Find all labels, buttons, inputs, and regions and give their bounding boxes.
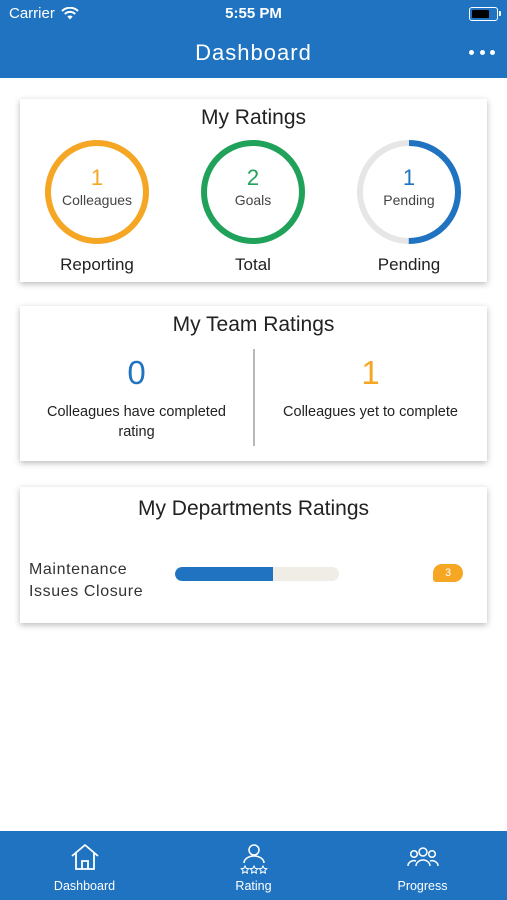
yet-to-complete-description: Colleagues yet to complete [283,404,458,420]
tab-rating[interactable]: Rating [169,831,338,900]
total-label: Total [235,255,271,274]
nav-bar: Dashboard [0,28,507,78]
team-ratings-title: My Team Ratings [172,313,335,336]
department-progress-fill [175,567,274,581]
department-ratings-card: My Departments Ratings Maintenance Issue… [20,487,487,623]
bottom-tab-bar: Dashboard Rating Progress [0,831,507,900]
group-icon [406,847,439,867]
department-item-label-line1: Maintenance [29,561,128,578]
total-goals-ring[interactable]: 2 Goals [200,139,306,245]
reporting-sub-label: Colleagues [61,192,133,208]
team-pending-section[interactable]: 1 Colleagues yet to complete [254,354,487,422]
pending-sub-label: Pending [383,192,435,208]
reporting-count: 1 [90,165,104,190]
status-bar: Carrier 5:55 PM [0,0,507,28]
rating-user-icon [239,844,268,874]
department-count-badge: 3 [433,564,463,582]
top-header: Carrier 5:55 PM Dashboard [0,0,507,78]
home-icon [70,844,99,870]
department-ratings-title: My Departments Ratings [137,497,370,520]
reporting-ring[interactable]: 1 Colleagues [44,139,150,245]
pending-label: Pending [377,255,441,274]
my-ratings-title: My Ratings [200,106,307,129]
battery-icon [469,7,501,21]
page-title: Dashboard [195,40,312,65]
yet-to-complete-count: 1 [361,354,380,391]
team-completed-section[interactable]: 0 Colleagues have completed rating [20,354,253,442]
total-goals-sub-label: Goals [234,192,272,208]
completed-description: Colleagues have completed rating [47,404,226,440]
tab-rating-label: Rating [235,879,272,893]
team-ratings-card: My Team Ratings 0 Colleagues have comple… [20,306,487,461]
department-progress-bar [175,567,339,581]
department-item-label-line2: Issues Closure [29,583,144,600]
completed-count: 0 [127,354,146,391]
department-item-label[interactable]: Maintenance Issues Closure [29,559,143,603]
my-ratings-card: My Ratings 1 Colleagues Reporting 2 Goal… [20,99,487,282]
pending-count: 1 [402,165,416,190]
tab-progress-label: Progress [397,879,448,893]
tab-dashboard[interactable]: Dashboard [0,831,169,900]
total-goals-count: 2 [246,165,260,190]
tab-progress[interactable]: Progress [338,831,507,900]
reporting-label: Reporting [60,255,134,274]
pending-ring[interactable]: 1 Pending [356,139,462,245]
tab-dashboard-label: Dashboard [53,879,116,893]
status-time: 5:55 PM [225,5,282,22]
more-dots-icon[interactable] [469,40,495,64]
